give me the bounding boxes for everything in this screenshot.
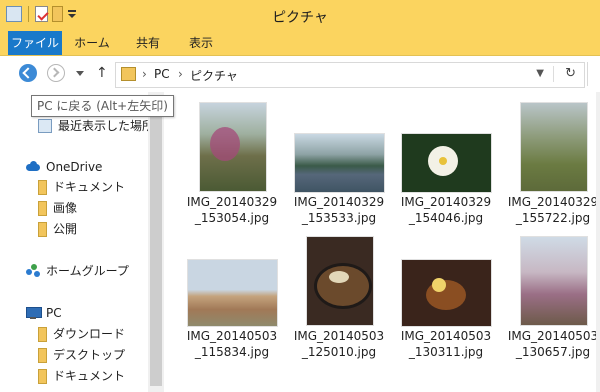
address-dropdown-icon[interactable]: ▼ (536, 68, 544, 79)
photo-thumbnail (401, 259, 492, 327)
file-tile[interactable]: IMG_20140503 _115834.jpg (179, 234, 285, 362)
file-name: _154046.jpg (408, 211, 484, 225)
nav-item-onedrive[interactable]: OneDrive (26, 157, 102, 177)
nav-item-onedrive-pictures[interactable]: 画像 (38, 198, 77, 218)
photo-thumbnail (520, 236, 588, 326)
file-name: IMG_20140503 (400, 329, 492, 343)
file-name: _115834.jpg (194, 345, 270, 359)
documents-folder-icon (38, 368, 47, 384)
back-button-tooltip: PC に戻る (Alt+左矢印) (31, 95, 174, 117)
search-box-edge[interactable] (587, 62, 600, 86)
file-tile[interactable]: IMG_20140329 _153054.jpg (179, 100, 285, 225)
file-tile[interactable]: IMG_20140503 _125010.jpg (286, 234, 392, 362)
file-name: _153533.jpg (301, 211, 377, 225)
nav-item-homegroup[interactable]: ホームグループ (26, 261, 129, 281)
nav-item-pc[interactable]: PC (26, 303, 62, 323)
homegroup-icon (26, 264, 40, 278)
tab-share[interactable]: 共有 (130, 31, 166, 55)
nav-label: ダウンロード (53, 327, 126, 341)
photo-thumbnail (520, 102, 588, 192)
photo-thumbnail (199, 102, 267, 192)
file-name: IMG_20140329 (400, 195, 492, 209)
breadcrumb-pc[interactable]: PC (154, 67, 170, 81)
desktop-folder-icon (38, 347, 47, 363)
nav-item-desktop[interactable]: デスクトップ (38, 345, 125, 365)
folder-icon (38, 179, 47, 195)
nav-label: ドキュメント (53, 369, 126, 383)
nav-label: デスクトップ (53, 348, 126, 362)
nav-label: OneDrive (46, 160, 103, 174)
file-name: _130657.jpg (515, 345, 591, 359)
file-list: IMG_20140329 _153054.jpg IMG_20140329 _1… (165, 92, 600, 392)
photo-thumbnail (294, 133, 385, 193)
recent-locations-dropdown[interactable] (76, 71, 84, 76)
window-title: ピクチャ (272, 10, 328, 26)
navigation-pane: 最近表示した場所 OneDrive ドキュメント 画像 公開 ホームグループ P… (0, 92, 154, 392)
content-scrollbar[interactable] (596, 92, 600, 392)
title-bar: ピクチャ (0, 0, 600, 31)
nav-label: ドキュメント (53, 180, 126, 194)
file-tile[interactable]: IMG_20140503 _130657.jpg (500, 234, 600, 362)
breadcrumb-separator: › (142, 67, 147, 81)
nav-label: 公開 (53, 222, 78, 236)
tab-home[interactable]: ホーム (72, 31, 112, 55)
folder-icon (38, 221, 47, 237)
nav-label: ホームグループ (46, 264, 129, 278)
nav-item-downloads[interactable]: ダウンロード (38, 324, 125, 344)
navigation-scrollbar[interactable] (148, 92, 164, 392)
address-bar[interactable]: › PC › ピクチャ ▼ ↻ (115, 62, 585, 88)
back-button[interactable] (19, 64, 37, 82)
breadcrumb-separator: › (178, 67, 183, 81)
nav-label: PC (46, 306, 62, 320)
file-name: _125010.jpg (301, 345, 377, 359)
file-name: IMG_20140329 (293, 195, 385, 209)
nav-label: 画像 (53, 201, 78, 215)
tab-view[interactable]: 表示 (182, 31, 220, 55)
file-name: IMG_20140329 (507, 195, 599, 209)
file-tile[interactable]: IMG_20140503 _130311.jpg (393, 234, 499, 362)
computer-icon (26, 306, 42, 320)
file-name: _155722.jpg (515, 211, 591, 225)
file-name: IMG_20140503 (186, 329, 278, 343)
navigation-bar: ↑ › PC › ピクチャ ▼ ↻ (0, 56, 600, 92)
file-name: IMG_20140503 (293, 329, 385, 343)
nav-label: 最近表示した場所 (58, 119, 155, 133)
file-tile[interactable]: IMG_20140329 _155722.jpg (500, 100, 600, 225)
file-name: IMG_20140503 (507, 329, 599, 343)
nav-item-recent[interactable]: 最近表示した場所 (38, 116, 154, 136)
nav-item-onedrive-public[interactable]: 公開 (38, 219, 77, 239)
downloads-folder-icon (38, 326, 47, 342)
file-name: IMG_20140329 (186, 195, 278, 209)
ribbon-tabs: ファイル ホーム 共有 表示 (0, 31, 600, 56)
photo-thumbnail (401, 133, 492, 193)
forward-button[interactable] (47, 64, 65, 82)
file-tile[interactable]: IMG_20140329 _154046.jpg (393, 100, 499, 225)
file-name: _130311.jpg (408, 345, 484, 359)
photo-thumbnail (306, 236, 374, 326)
file-name: _153054.jpg (194, 211, 270, 225)
address-separator (553, 66, 554, 82)
scrollbar-thumb[interactable] (150, 96, 162, 386)
folder-icon (38, 200, 47, 216)
photo-thumbnail (187, 259, 278, 327)
nav-item-onedrive-documents[interactable]: ドキュメント (38, 177, 125, 197)
refresh-icon[interactable]: ↻ (565, 66, 576, 81)
up-arrow-icon[interactable]: ↑ (96, 65, 108, 81)
tab-file[interactable]: ファイル (8, 31, 62, 55)
pictures-folder-icon (121, 67, 136, 81)
recent-places-icon (38, 119, 52, 133)
breadcrumb-pictures[interactable]: ピクチャ (190, 67, 238, 84)
file-tile[interactable]: IMG_20140329 _153533.jpg (286, 100, 392, 225)
nav-item-documents[interactable]: ドキュメント (38, 366, 125, 386)
onedrive-cloud-icon (26, 160, 40, 174)
